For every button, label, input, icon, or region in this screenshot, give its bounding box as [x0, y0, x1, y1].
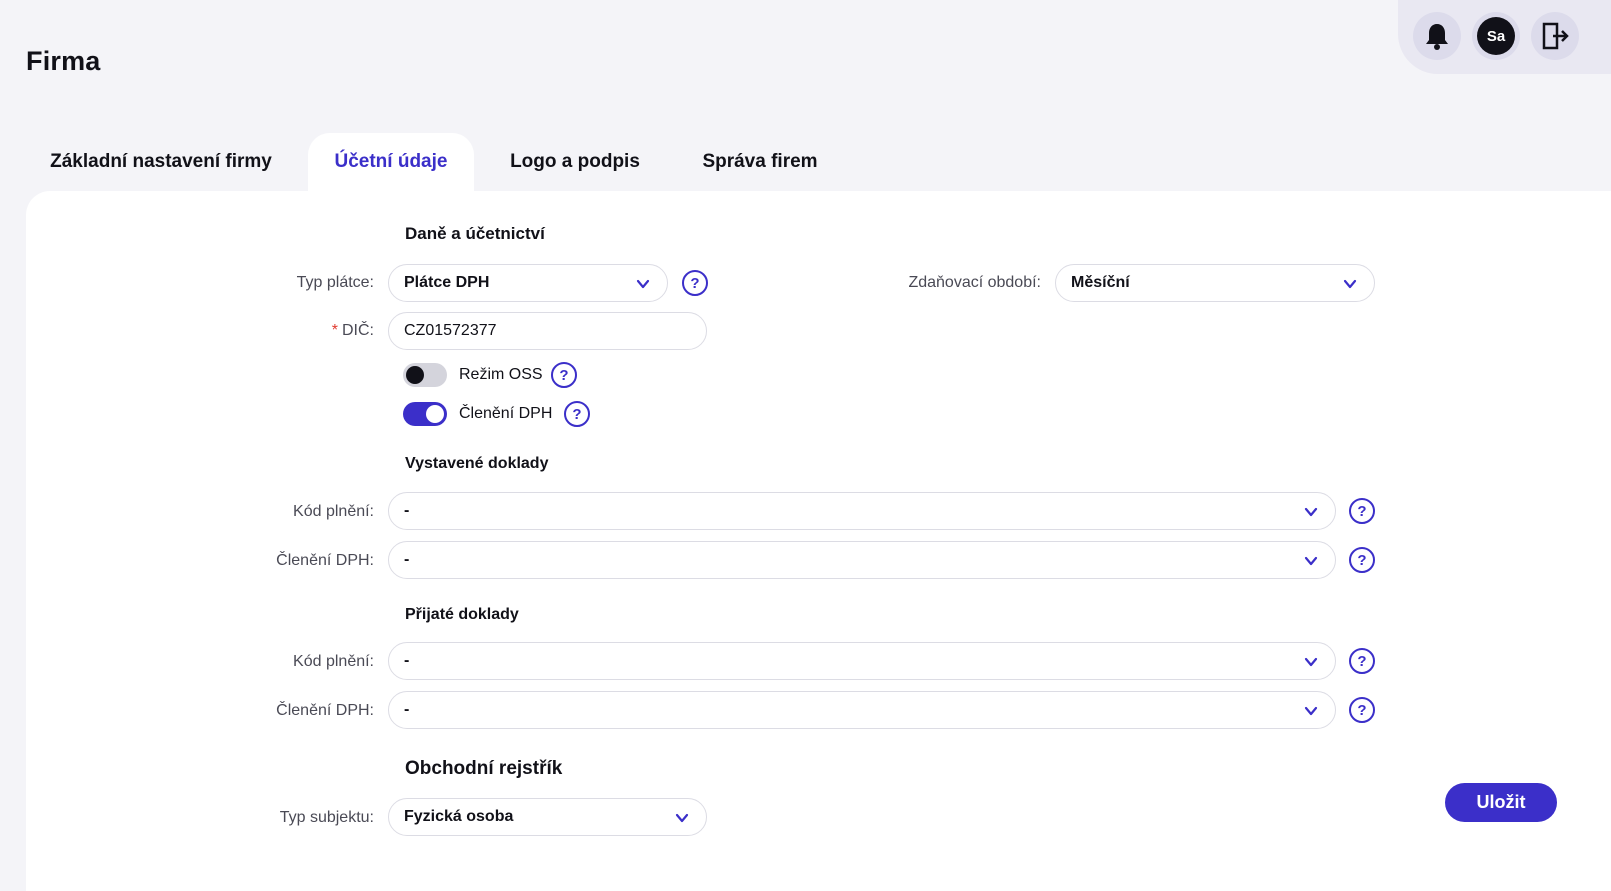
tab-company-management[interactable]: Správa firem [692, 133, 828, 191]
logout-icon [1542, 22, 1569, 50]
chevron-down-icon [675, 813, 689, 823]
payer-type-value: Plátce DPH [404, 274, 490, 291]
tax-period-select[interactable]: Měsíční [1055, 264, 1375, 302]
save-button[interactable]: Uložit [1445, 783, 1557, 822]
payer-type-select[interactable]: Plátce DPH [388, 264, 668, 302]
user-avatar-button[interactable]: Sa [1472, 12, 1520, 60]
notifications-button[interactable] [1413, 12, 1461, 60]
dic-label-text: DIČ: [342, 322, 374, 339]
top-bar: Sa [1398, 0, 1611, 74]
toggle-knob [406, 366, 424, 384]
dic-input[interactable]: CZ01572377 [388, 312, 707, 350]
chevron-down-icon [1304, 556, 1318, 566]
required-marker: * [331, 322, 338, 339]
oss-toggle-label: Režim OSS [459, 366, 543, 383]
tab-logo-signature[interactable]: Logo a podpis [502, 133, 648, 191]
payer-type-label: Typ plátce: [296, 274, 374, 291]
issued-vat-select[interactable]: - [388, 541, 1336, 579]
received-code-label: Kód plnění: [293, 653, 374, 670]
oss-toggle[interactable] [403, 363, 447, 387]
subject-type-label: Typ subjektu: [279, 809, 374, 826]
logout-button[interactable] [1531, 12, 1579, 60]
issued-code-label: Kód plnění: [293, 503, 374, 520]
received-code-value: - [404, 652, 410, 669]
section-issued-title: Vystavené doklady [405, 455, 549, 472]
issued-code-value: - [404, 502, 410, 519]
subject-type-select[interactable]: Fyzická osoba [388, 798, 707, 836]
issued-code-select[interactable]: - [388, 492, 1336, 530]
vat-split-toggle-label: Členění DPH [459, 405, 553, 422]
received-vat-value: - [404, 701, 410, 718]
settings-panel: Daně a účetnictví Typ plátce: Plátce DPH… [26, 191, 1611, 891]
subject-type-value: Fyzická osoba [404, 808, 514, 825]
tab-basic-settings[interactable]: Základní nastavení firmy [26, 133, 296, 191]
issued-vat-label: Členění DPH: [276, 552, 374, 569]
section-registry-title: Obchodní rejstřík [405, 758, 563, 779]
oss-help-icon[interactable]: ? [551, 362, 577, 388]
avatar: Sa [1477, 17, 1515, 55]
section-tax-title: Daně a účetnictví [405, 224, 545, 243]
issued-vat-value: - [404, 551, 410, 568]
tab-accounting[interactable]: Účetní údaje [308, 133, 474, 191]
chevron-down-icon [1343, 279, 1357, 289]
bell-icon [1426, 24, 1448, 50]
chevron-down-icon [636, 279, 650, 289]
issued-vat-help-icon[interactable]: ? [1349, 547, 1375, 573]
received-vat-select[interactable]: - [388, 691, 1336, 729]
tax-period-value: Měsíční [1071, 274, 1130, 291]
dic-label: * DIČ: [174, 322, 374, 340]
chevron-down-icon [1304, 706, 1318, 716]
chevron-down-icon [1304, 507, 1318, 517]
tax-period-label: Zdaňovací období: [908, 274, 1041, 291]
section-received-title: Přijaté doklady [405, 606, 519, 623]
received-vat-help-icon[interactable]: ? [1349, 697, 1375, 723]
vat-split-toggle[interactable] [403, 402, 447, 426]
toggle-knob [426, 405, 444, 423]
received-code-help-icon[interactable]: ? [1349, 648, 1375, 674]
payer-type-help-icon[interactable]: ? [682, 270, 708, 296]
chevron-down-icon [1304, 657, 1318, 667]
vat-split-help-icon[interactable]: ? [564, 401, 590, 427]
page-title: Firma [26, 46, 101, 76]
received-vat-label: Členění DPH: [276, 702, 374, 719]
received-code-select[interactable]: - [388, 642, 1336, 680]
issued-code-help-icon[interactable]: ? [1349, 498, 1375, 524]
